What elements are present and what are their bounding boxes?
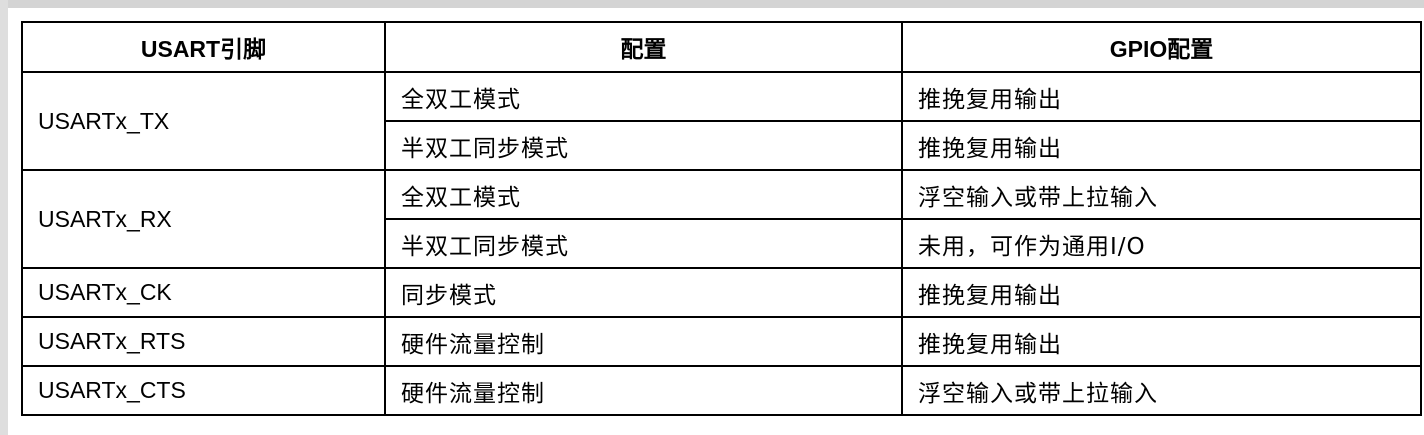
table-header-row: USART引脚 配置 GPIO配置: [21, 21, 1422, 73]
table-row: USARTx_RX 全双工模式 浮空输入或带上拉输入: [21, 169, 1422, 269]
gpio-cell: 推挽复用输出: [901, 71, 1422, 122]
config-cell: 硬件流量控制: [384, 316, 903, 367]
table-row: USARTx_TX 全双工模式 推挽复用输出: [21, 71, 1422, 171]
pin-cell-tx: USARTx_TX: [21, 71, 386, 171]
usart-gpio-config-table: USART引脚 配置 GPIO配置 USARTx_TX 全双工模式 推挽复用输出…: [21, 21, 1422, 416]
pin-cell-cts: USARTx_CTS: [21, 365, 386, 416]
gpio-cell: 浮空输入或带上拉输入: [901, 169, 1422, 220]
gpio-cell: 未用，可作为通用I/O: [901, 218, 1422, 269]
gpio-cell: 推挽复用输出: [901, 267, 1422, 318]
page-frame-left: [0, 0, 8, 435]
pin-cell-ck: USARTx_CK: [21, 267, 386, 318]
gpio-cell: 推挽复用输出: [901, 316, 1422, 367]
config-cell: 同步模式: [384, 267, 903, 318]
config-cell: 半双工同步模式: [384, 218, 903, 269]
gpio-cell: 推挽复用输出: [901, 120, 1422, 171]
config-cell: 半双工同步模式: [384, 120, 903, 171]
table-row: USARTx_CTS 硬件流量控制 浮空输入或带上拉输入: [21, 365, 1422, 416]
gpio-cell: 浮空输入或带上拉输入: [901, 365, 1422, 416]
header-gpio-config: GPIO配置: [901, 21, 1422, 73]
config-cell: 全双工模式: [384, 71, 903, 122]
table-row: USARTx_RTS 硬件流量控制 推挽复用输出: [21, 316, 1422, 367]
header-config: 配置: [384, 21, 903, 73]
header-usart-pin: USART引脚: [21, 21, 386, 73]
table-row: USARTx_CK 同步模式 推挽复用输出: [21, 267, 1422, 318]
config-cell: 全双工模式: [384, 169, 903, 220]
pin-cell-rts: USARTx_RTS: [21, 316, 386, 367]
page-frame-top: [0, 0, 1424, 8]
config-cell: 硬件流量控制: [384, 365, 903, 416]
pin-cell-rx: USARTx_RX: [21, 169, 386, 269]
